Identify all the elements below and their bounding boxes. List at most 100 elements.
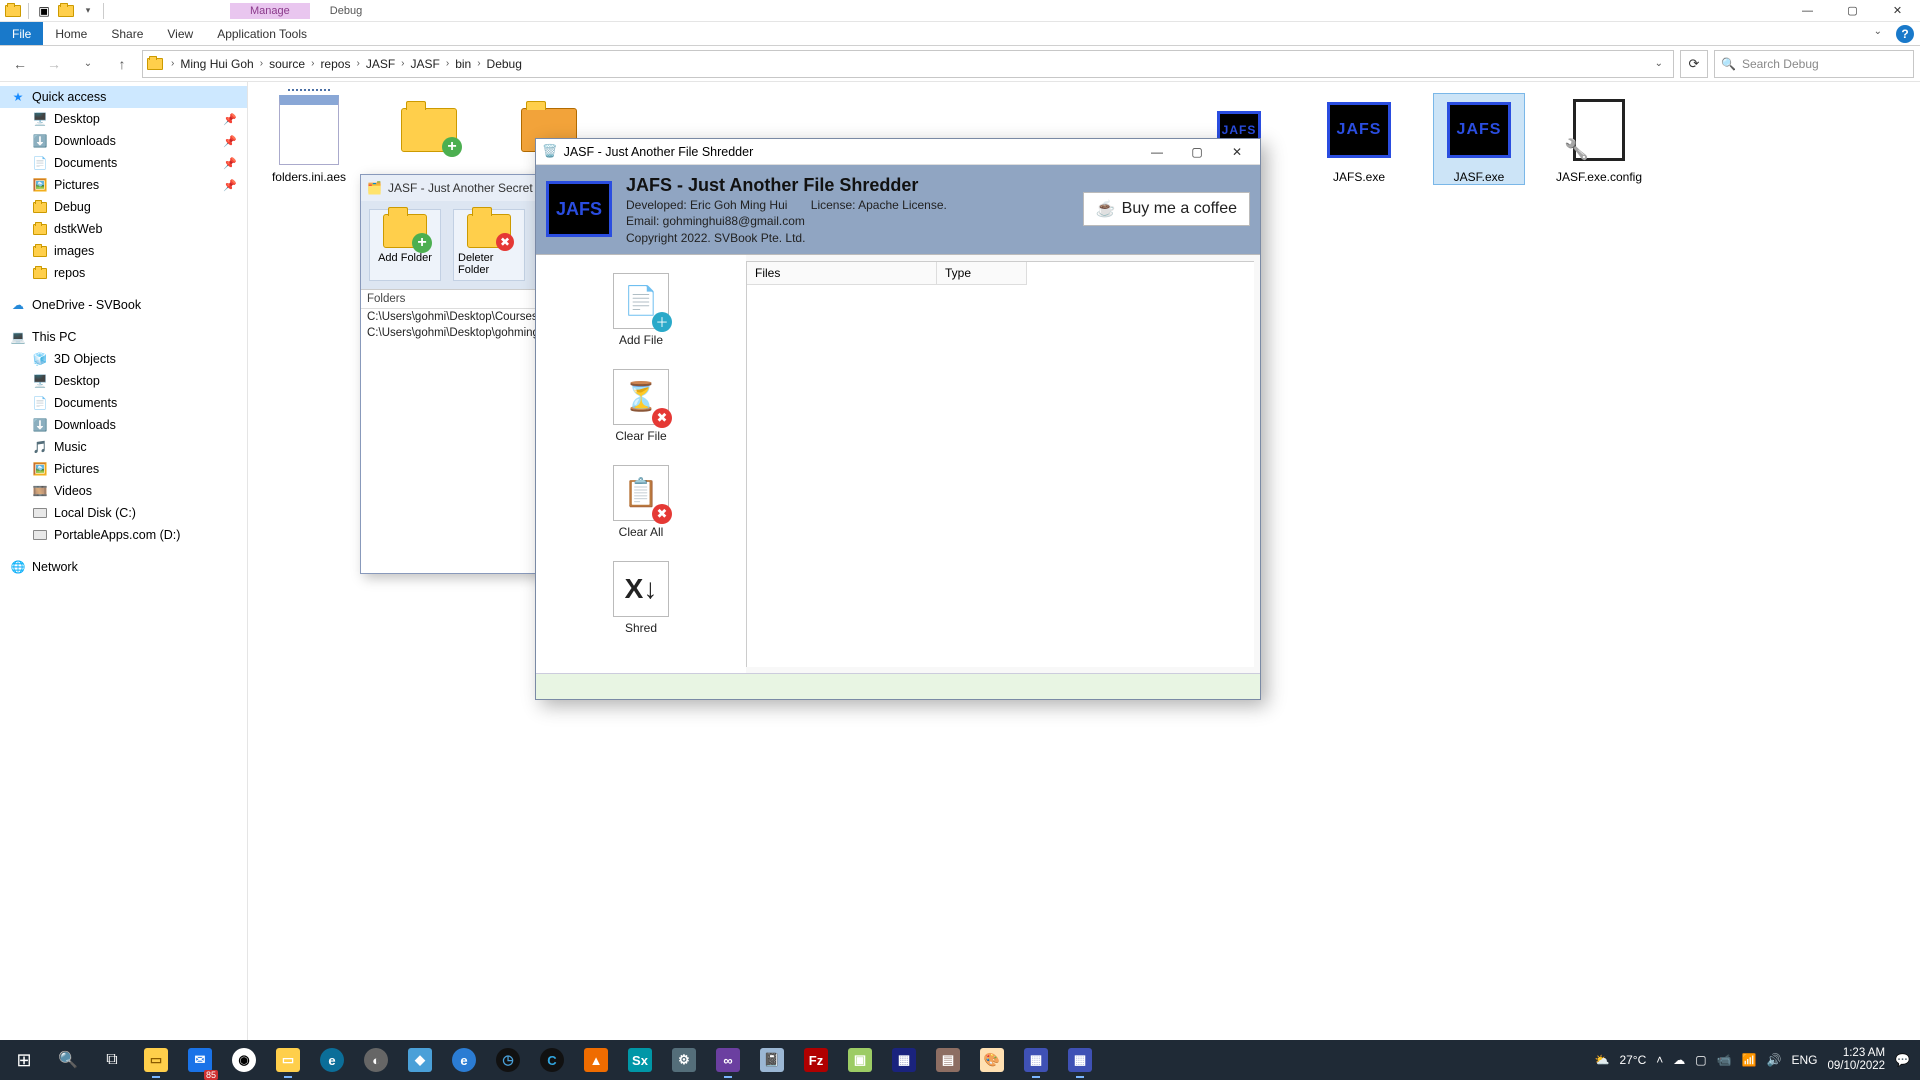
taskbar-app-paint[interactable]: 🎨 xyxy=(970,1040,1014,1080)
sidebar-item-pc-desktop[interactable]: 🖥️Desktop xyxy=(0,370,247,392)
weather-icon[interactable]: ⛅ xyxy=(1594,1053,1609,1067)
breadcrumb[interactable]: JASF xyxy=(409,57,442,71)
nav-up-button[interactable]: ↑ xyxy=(108,50,136,78)
breadcrumb[interactable]: source xyxy=(267,57,307,71)
chevron-right-icon[interactable]: › xyxy=(356,58,359,69)
sidebar-onedrive[interactable]: ☁OneDrive - SVBook xyxy=(0,294,247,316)
wifi-icon[interactable]: 📶 xyxy=(1742,1053,1757,1067)
taskbar-app-explorer[interactable]: ▭ xyxy=(134,1040,178,1080)
taskbar-app-mail[interactable]: ✉85 xyxy=(178,1040,222,1080)
tab-home[interactable]: Home xyxy=(43,22,99,45)
close-button[interactable]: ✕ xyxy=(1875,0,1920,22)
folder-icon[interactable] xyxy=(57,2,75,20)
breadcrumb[interactable]: repos xyxy=(318,57,352,71)
tab-view[interactable]: View xyxy=(155,22,205,45)
taskbar-search-button[interactable]: 🔍 xyxy=(46,1040,90,1080)
meet-now-icon[interactable]: 📹 xyxy=(1717,1053,1732,1067)
taskbar-app-generic-2[interactable]: ◆ xyxy=(398,1040,442,1080)
qat-dropdown-icon[interactable]: ▾ xyxy=(79,2,97,20)
taskbar-app-generic-9[interactable]: ▦ xyxy=(882,1040,926,1080)
add-file-button[interactable]: 📄＋ Add File xyxy=(610,273,672,347)
sidebar-item-portableapps-d[interactable]: PortableApps.com (D:) xyxy=(0,524,247,546)
nav-back-button[interactable]: ← xyxy=(6,50,34,78)
ribbon-collapse-icon[interactable]: ⌄ xyxy=(1866,22,1890,45)
sidebar-item-images[interactable]: images xyxy=(0,240,247,262)
maximize-button[interactable]: ▢ xyxy=(1830,0,1875,22)
taskbar-app-generic-1[interactable]: ◐ xyxy=(354,1040,398,1080)
taskbar-app-generic-7[interactable]: ⚙ xyxy=(662,1040,706,1080)
tray-overflow-icon[interactable]: ˄ xyxy=(1656,1053,1663,1067)
file-item-jafs-exe[interactable]: JAFS JAFS.exe xyxy=(1314,94,1404,184)
column-header-type[interactable]: Type xyxy=(937,262,1027,285)
delete-folder-button[interactable]: Deleter Folder xyxy=(453,209,525,281)
sidebar-network[interactable]: 🌐Network xyxy=(0,556,247,578)
minimize-button[interactable]: — xyxy=(1785,0,1830,22)
maximize-button[interactable]: ▢ xyxy=(1180,145,1214,159)
sidebar-item-pictures[interactable]: 🖼️Pictures📌 xyxy=(0,174,247,196)
start-button[interactable]: ⊞ xyxy=(2,1040,46,1080)
taskbar-app-generic-3[interactable]: ◷ xyxy=(486,1040,530,1080)
address-dropdown-icon[interactable]: ⌄ xyxy=(1649,58,1669,69)
volume-icon[interactable]: 🔊 xyxy=(1767,1053,1782,1067)
window-titlebar[interactable]: 🗑️ JASF - Just Another File Shredder — ▢… xyxy=(536,139,1260,165)
taskbar-app-running-1[interactable]: ▦ xyxy=(1014,1040,1058,1080)
sidebar-item-videos[interactable]: 🎞️Videos xyxy=(0,480,247,502)
weather-temp[interactable]: 27°C xyxy=(1619,1053,1646,1067)
file-item-jasf-exe[interactable]: JAFS JASF.exe xyxy=(1434,94,1524,184)
taskbar-app-edge[interactable]: e xyxy=(310,1040,354,1080)
breadcrumb[interactable]: bin xyxy=(453,57,473,71)
sidebar-item-pc-documents[interactable]: 📄Documents xyxy=(0,392,247,414)
sidebar-item-dstkweb[interactable]: dstkWeb xyxy=(0,218,247,240)
column-header-files[interactable]: Files xyxy=(747,262,937,285)
taskbar-app-generic-8[interactable]: ▣ xyxy=(838,1040,882,1080)
nav-forward-button[interactable]: → xyxy=(40,50,68,78)
chevron-right-icon[interactable]: › xyxy=(477,58,480,69)
file-item-folders-ini-aes[interactable]: folders.ini.aes xyxy=(264,94,354,184)
task-view-button[interactable]: ⧉ xyxy=(90,1040,134,1080)
taskbar-app-notepad[interactable]: 📓 xyxy=(750,1040,794,1080)
battery-icon[interactable]: ▢ xyxy=(1695,1053,1706,1067)
taskbar-app-generic-4[interactable]: C xyxy=(530,1040,574,1080)
sidebar-item-documents[interactable]: 📄Documents📌 xyxy=(0,152,247,174)
chevron-right-icon[interactable]: › xyxy=(260,58,263,69)
sidebar-item-music[interactable]: 🎵Music xyxy=(0,436,247,458)
file-item-folder-1[interactable] xyxy=(384,94,474,184)
notifications-icon[interactable]: 💬 xyxy=(1895,1053,1910,1067)
sidebar-item-downloads[interactable]: ⬇️Downloads📌 xyxy=(0,130,247,152)
sidebar-item-3d-objects[interactable]: 🧊3D Objects xyxy=(0,348,247,370)
clear-all-button[interactable]: 📋✖ Clear All xyxy=(610,465,672,539)
sidebar-item-pc-pictures[interactable]: 🖼️Pictures xyxy=(0,458,247,480)
refresh-button[interactable]: ⟳ xyxy=(1680,50,1708,78)
breadcrumb[interactable]: JASF xyxy=(364,57,397,71)
tab-file[interactable]: File xyxy=(0,22,43,45)
chevron-right-icon[interactable]: › xyxy=(311,58,314,69)
sidebar-quick-access[interactable]: ★ Quick access xyxy=(0,86,247,108)
sidebar-this-pc[interactable]: 💻This PC xyxy=(0,326,247,348)
taskbar-app-running-2[interactable]: ▦ xyxy=(1058,1040,1102,1080)
add-folder-button[interactable]: Add Folder xyxy=(369,209,441,281)
taskbar-app-generic-10[interactable]: ▤ xyxy=(926,1040,970,1080)
taskbar-app-visualstudio[interactable]: ∞ xyxy=(706,1040,750,1080)
buy-me-a-coffee-button[interactable]: ☕ Buy me a coffee xyxy=(1083,192,1250,226)
sidebar-item-repos[interactable]: repos xyxy=(0,262,247,284)
sidebar-item-pc-downloads[interactable]: ⬇️Downloads xyxy=(0,414,247,436)
taskbar-app-filezilla[interactable]: Fz xyxy=(794,1040,838,1080)
breadcrumb[interactable]: Debug xyxy=(485,57,524,71)
taskbar-app-generic-5[interactable]: ▲ xyxy=(574,1040,618,1080)
help-icon[interactable]: ? xyxy=(1896,25,1914,43)
breadcrumb-bar[interactable]: › Ming Hui Goh › source › repos › JASF ›… xyxy=(142,50,1674,78)
tab-share[interactable]: Share xyxy=(99,22,155,45)
taskbar-app-generic-6[interactable]: Sx xyxy=(618,1040,662,1080)
sidebar-item-desktop[interactable]: 🖥️Desktop📌 xyxy=(0,108,247,130)
file-item-jasf-config[interactable]: JASF.exe.config xyxy=(1554,94,1644,184)
chevron-right-icon[interactable]: › xyxy=(446,58,449,69)
clear-file-button[interactable]: ⏳✖ Clear File xyxy=(610,369,672,443)
chevron-right-icon[interactable]: › xyxy=(171,58,174,69)
sidebar-item-debug[interactable]: Debug xyxy=(0,196,247,218)
breadcrumb[interactable]: Ming Hui Goh xyxy=(178,57,255,71)
chevron-right-icon[interactable]: › xyxy=(401,58,404,69)
onedrive-icon[interactable]: ☁ xyxy=(1673,1053,1685,1067)
close-button[interactable]: ✕ xyxy=(1220,145,1254,159)
taskbar-app-files[interactable]: ▭ xyxy=(266,1040,310,1080)
sidebar-item-localdisk-c[interactable]: Local Disk (C:) xyxy=(0,502,247,524)
